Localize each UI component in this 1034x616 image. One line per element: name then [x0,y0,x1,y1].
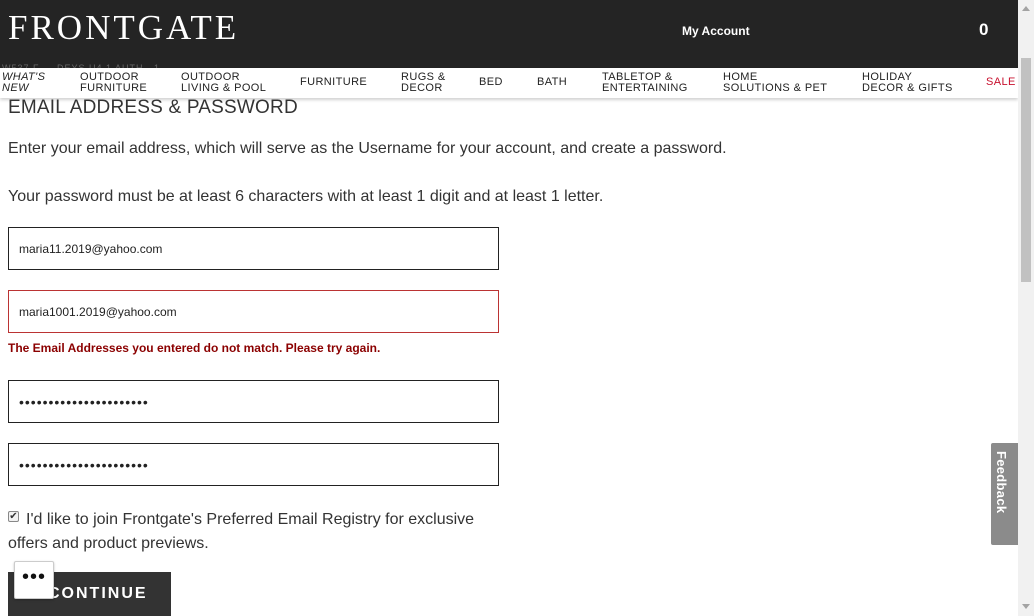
frontgate-logo[interactable]: FRONTGATE [8,8,239,48]
nav-outdoor-furniture[interactable]: OUTDOOR FURNITURE [80,72,147,94]
email-field[interactable] [8,227,499,270]
email-optin-checkbox[interactable]: ✔ [8,511,19,522]
nav-rugs-decor[interactable]: RUGS & DECOR [401,72,446,94]
cart-count[interactable]: 0 [979,20,988,40]
nav-tabletop-entertaining[interactable]: TABLETOP & ENTERTAINING [602,72,688,94]
password-rule-text: Your password must be at least 6 charact… [8,188,604,205]
nav-sale[interactable]: SALE [986,77,1016,88]
nav-holiday-decor-gifts[interactable]: HOLIDAY DECOR & GIFTS [862,72,953,94]
feedback-label: Feedback [994,451,1009,514]
confirm-email-field[interactable] [8,290,499,333]
my-account-link[interactable]: My Account [682,24,750,38]
more-options-button[interactable]: ••• [14,561,54,599]
promo-banner-peek: W537 F ... DEYS U4 1 AUTH...1 [2,63,161,68]
email-optin-label-line2: offers and product previews. [8,535,209,552]
password-field[interactable] [8,380,499,423]
scroll-up-arrow-icon[interactable] [1022,6,1030,11]
intro-text: Enter your email address, which will ser… [8,140,727,157]
continue-button-label: CONTINUE [48,585,148,602]
confirm-password-field[interactable] [8,443,499,486]
nav-whats-new[interactable]: WHAT'S NEW [2,72,45,94]
email-optin-label-line1: I'd like to join Frontgate's Preferred E… [26,511,475,528]
page-scrollbar[interactable] [1018,0,1034,616]
nav-home-solutions-pet[interactable]: HOME SOLUTIONS & PET [723,72,827,94]
section-heading: EMAIL ADDRESS & PASSWORD [8,97,298,118]
nav-outdoor-living-pool[interactable]: OUTDOOR LIVING & POOL [181,72,266,94]
site-header: FRONTGATE My Account 0 W537 F ... DEYS U… [0,0,1018,68]
feedback-tab[interactable]: Feedback [991,443,1018,545]
scroll-thumb[interactable] [1021,58,1031,282]
scroll-down-arrow-icon[interactable] [1022,604,1030,609]
nav-furniture[interactable]: FURNITURE [300,77,367,88]
main-nav: WHAT'S NEW OUTDOOR FURNITURE OUTDOOR LIV… [0,68,1018,98]
nav-bed[interactable]: BED [479,77,503,88]
email-mismatch-error: The Email Addresses you entered do not m… [8,341,381,355]
nav-bath[interactable]: BATH [537,77,567,88]
